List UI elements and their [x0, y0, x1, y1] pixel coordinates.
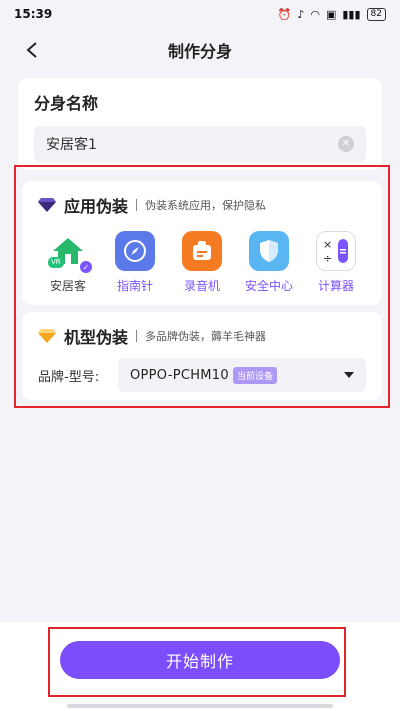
start-create-button[interactable]: 开始制作: [60, 641, 340, 679]
name-input[interactable]: [46, 136, 338, 152]
name-label: 分身名称: [34, 94, 99, 113]
nav-bar: 制作分身: [0, 28, 400, 72]
system-icons: ⏰ ♪ ◠ ▣ ▮▮▮ 82: [277, 7, 386, 21]
signal-icon: ▮▮▮: [342, 7, 361, 21]
hd-icon: ▣: [325, 7, 337, 21]
highlight-box-options: [14, 165, 390, 408]
mute-icon: ♪: [297, 7, 305, 21]
alarm-icon: ⏰: [277, 7, 292, 21]
name-field: ✕: [34, 126, 366, 162]
wifi-icon: ◠: [310, 7, 320, 21]
chevron-left-icon: [26, 42, 37, 58]
back-button[interactable]: [18, 36, 46, 64]
clear-icon[interactable]: ✕: [338, 136, 354, 152]
status-bar: 15:39 ⏰ ♪ ◠ ▣ ▮▮▮ 82: [0, 0, 400, 28]
page-title: 制作分身: [167, 42, 232, 61]
home-indicator: [67, 704, 333, 708]
battery-icon: 82: [366, 7, 386, 21]
status-time: 15:39: [14, 7, 53, 21]
name-card: 分身名称 ✕: [18, 78, 382, 170]
